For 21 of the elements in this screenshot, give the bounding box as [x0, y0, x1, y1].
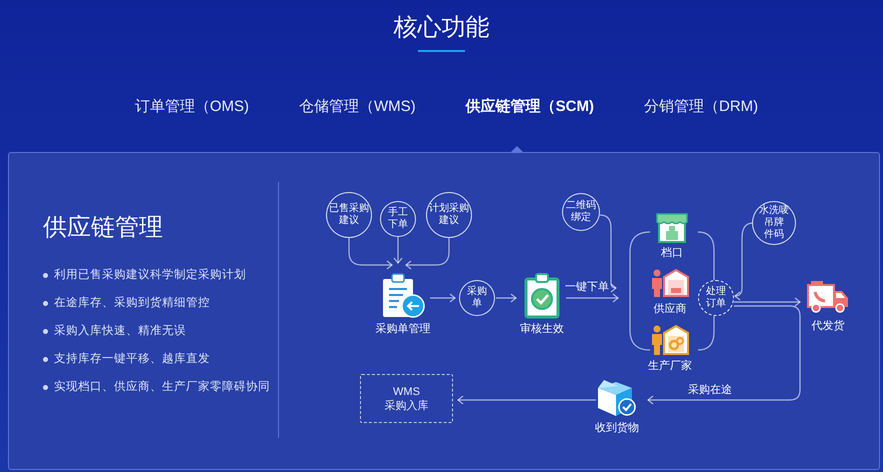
node-label: 代发货 [812, 319, 844, 333]
node-label: 采购单管理 [376, 322, 430, 336]
feature-text: 支持库存一键平移、越库直发 [54, 351, 210, 367]
node-label: 生产厂家 [648, 359, 692, 373]
nav-tab[interactable]: 分销管理（DRM) [644, 96, 758, 118]
node-label: 供应商 [654, 302, 686, 316]
node-label: 审核生效 [520, 322, 564, 336]
edge-label: 一键下单 [565, 280, 609, 294]
panel-heading: 供应链管理 [43, 213, 164, 243]
nav-tab[interactable]: 订单管理（OMS) [134, 96, 250, 118]
nav-tab[interactable]: 供应链管理（SCM) [466, 96, 594, 118]
section-title: 核心功能 [394, 13, 490, 43]
feature-text: 采购入库快速、精准无误 [54, 323, 186, 339]
feature-text: 实现档口、供应商、生产厂家零障碍协同 [54, 379, 270, 395]
node-label: 收到货物 [595, 421, 639, 435]
feature-text: 在途库存、采购到货精细管控 [54, 295, 210, 311]
nav-tab[interactable]: 仓储管理（WMS) [299, 96, 416, 118]
node-label: 档口 [661, 246, 683, 260]
edge-label: 采购在途 [688, 383, 732, 397]
dashed-step-box: WMS 采购入库 [360, 374, 453, 423]
feature-text: 利用已售采购建议科学制定采购计划 [54, 267, 246, 283]
